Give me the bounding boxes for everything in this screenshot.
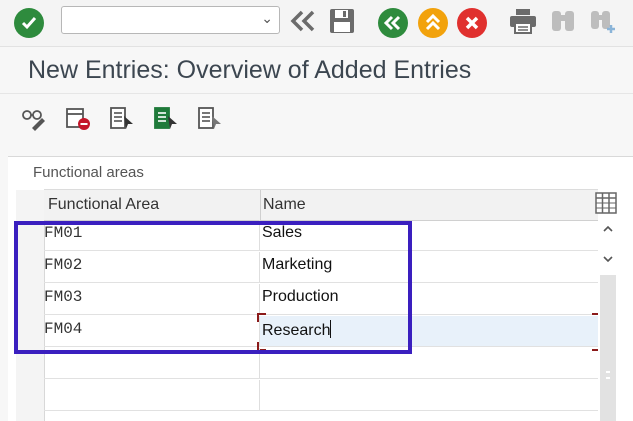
deselect-all-button[interactable] xyxy=(196,104,224,132)
print-icon xyxy=(508,7,538,40)
cancel-button[interactable] xyxy=(457,8,487,38)
column-header-functional-area[interactable]: Functional Area xyxy=(48,196,159,214)
deselect-all-icon xyxy=(196,107,224,136)
column-divider[interactable] xyxy=(260,190,261,220)
back-icon xyxy=(378,8,408,38)
scrollbar-thumb[interactable] xyxy=(600,275,616,421)
exit-button[interactable] xyxy=(418,8,448,38)
functional-area-cell[interactable] xyxy=(44,348,260,378)
application-toolbar xyxy=(0,96,633,142)
system-toolbar: ⌄ xyxy=(0,0,633,47)
save-button[interactable] xyxy=(326,8,358,38)
exit-icon xyxy=(418,8,448,38)
command-field[interactable]: ⌄ xyxy=(61,6,280,34)
functional-area-cell[interactable]: FM03 xyxy=(44,284,260,314)
save-icon xyxy=(328,7,356,40)
collapse-button[interactable] xyxy=(288,8,318,38)
delete-button[interactable] xyxy=(64,104,92,132)
display-change-button[interactable] xyxy=(20,104,48,132)
print-button[interactable] xyxy=(507,8,539,38)
table-row[interactable] xyxy=(44,348,598,379)
back-button[interactable] xyxy=(378,8,408,38)
name-cell-active[interactable]: Research xyxy=(260,316,598,346)
table-title: Functional areas xyxy=(33,164,144,181)
vertical-scrollbar[interactable] xyxy=(598,219,618,421)
find-next-button[interactable] xyxy=(588,8,618,38)
enter-button[interactable] xyxy=(14,8,44,38)
text-cursor xyxy=(330,320,332,338)
find-button[interactable] xyxy=(548,8,578,38)
column-header-name[interactable]: Name xyxy=(263,196,306,214)
select-block-button[interactable] xyxy=(152,104,180,132)
select-all-button[interactable] xyxy=(108,104,136,132)
scroll-up-icon[interactable] xyxy=(602,221,614,239)
scroll-down-icon[interactable] xyxy=(602,251,614,269)
functional-area-cell[interactable]: FM01 xyxy=(44,220,260,250)
name-cell[interactable]: Marketing xyxy=(260,252,598,282)
name-cell[interactable] xyxy=(260,380,598,410)
select-all-icon xyxy=(108,107,136,136)
divider xyxy=(0,93,633,94)
chevron-down-icon[interactable]: ⌄ xyxy=(261,11,273,27)
functional-area-cell[interactable] xyxy=(44,380,260,410)
column-header-row: Functional Area Name xyxy=(44,189,598,221)
enter-icon xyxy=(14,8,44,38)
table-settings-icon xyxy=(594,192,618,220)
find-next-icon xyxy=(589,7,617,40)
command-input[interactable] xyxy=(66,7,250,33)
collapse-icon xyxy=(289,9,317,38)
table-row[interactable]: FM04 Research xyxy=(44,313,601,351)
cancel-icon xyxy=(457,8,487,38)
table-settings-button[interactable] xyxy=(594,190,618,218)
table-row[interactable]: FM03 Production xyxy=(44,284,598,315)
focus-bracket xyxy=(257,313,266,322)
name-cell-text: Research xyxy=(262,322,331,339)
delete-icon xyxy=(64,108,92,136)
table-row[interactable]: FM01 Sales xyxy=(44,220,598,251)
display-change-icon xyxy=(20,110,48,136)
name-cell[interactable] xyxy=(260,348,598,378)
functional-areas-table: Functional areas Functional Area Name FM… xyxy=(8,156,633,421)
select-block-icon xyxy=(152,107,180,136)
row-selector-column[interactable] xyxy=(16,190,45,421)
scrollbar-grip-icon xyxy=(606,371,610,379)
page-title: New Entries: Overview of Added Entries xyxy=(28,56,472,84)
table-row[interactable]: FM02 Marketing xyxy=(44,252,598,283)
name-cell[interactable]: Sales xyxy=(260,220,598,250)
functional-area-cell[interactable]: FM02 xyxy=(44,252,260,282)
name-cell[interactable]: Production xyxy=(260,284,598,314)
functional-area-cell[interactable]: FM04 xyxy=(44,316,260,346)
find-icon xyxy=(549,7,577,40)
table-row[interactable] xyxy=(44,380,598,411)
